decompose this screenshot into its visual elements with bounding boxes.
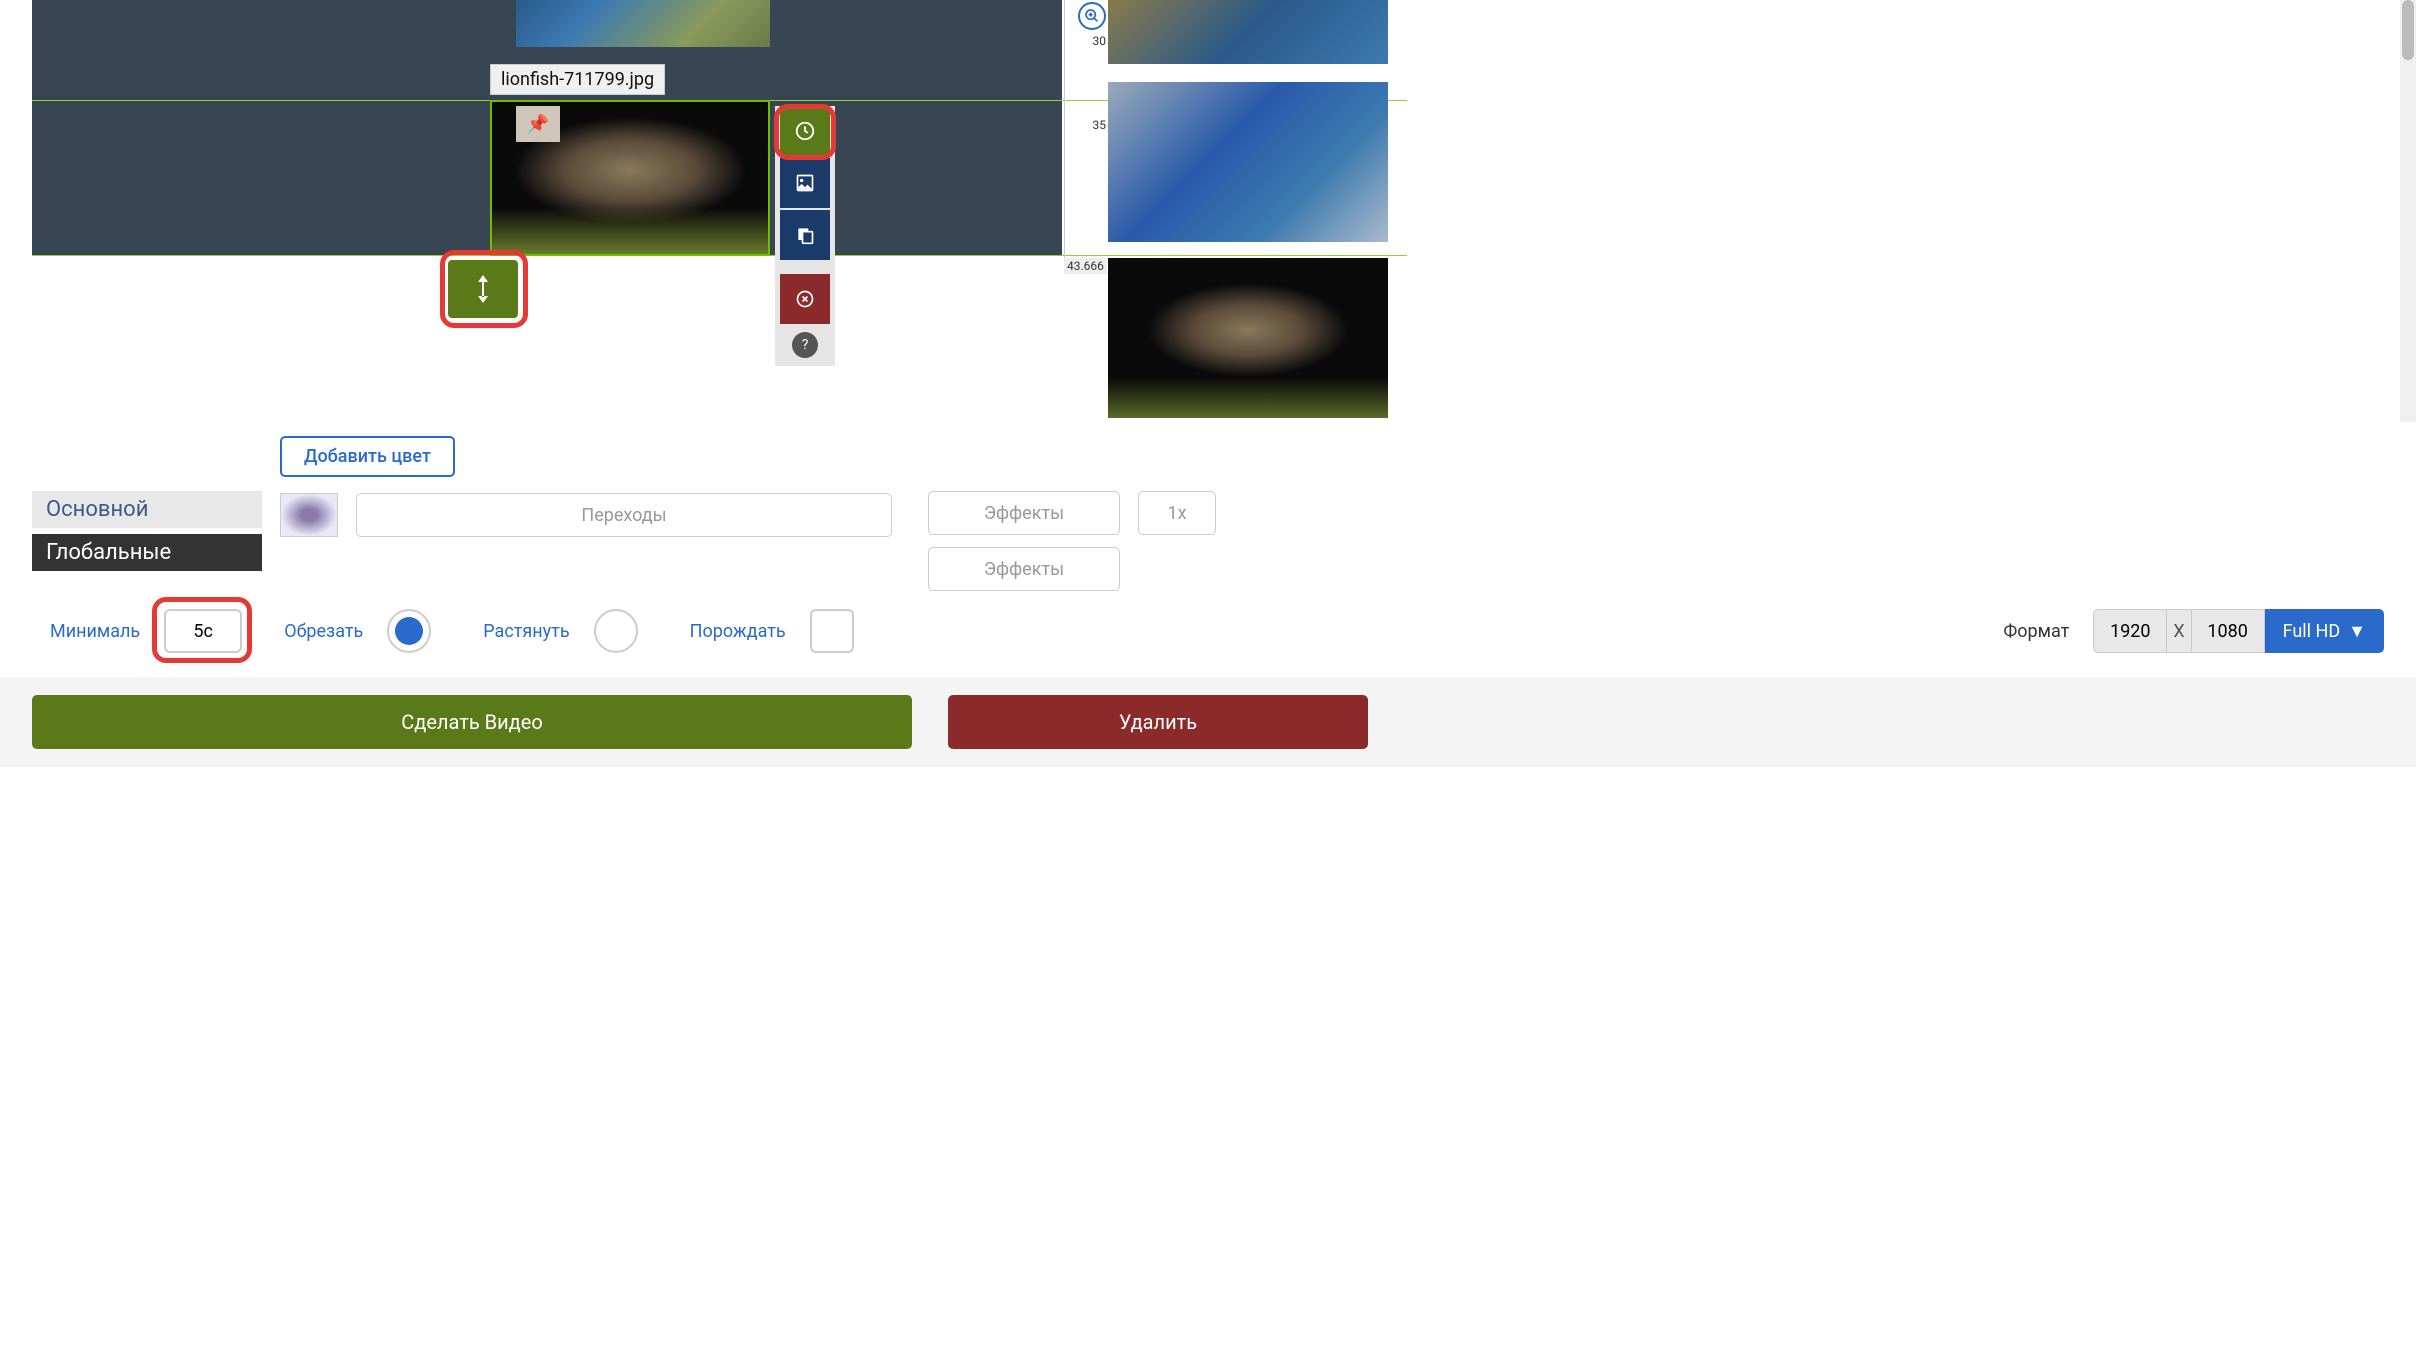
scope-labels: Основной Глобальные <box>32 491 262 571</box>
caret-down-icon: ▼ <box>2348 621 2366 642</box>
make-video-button[interactable]: Сделать Видео <box>32 695 912 749</box>
pin-button[interactable]: 📌 <box>516 106 560 142</box>
pattern-swatch[interactable] <box>280 493 338 537</box>
clip-filename-tooltip: lionfish-711799.jpg <box>490 64 665 95</box>
footer-actions: Сделать Видео Удалить <box>0 677 2416 767</box>
arrows-vertical-icon <box>474 275 492 303</box>
effects-global-select[interactable]: Эффекты <box>928 547 1120 591</box>
pin-icon: 📌 <box>527 114 549 135</box>
radio-dot-icon <box>395 617 423 645</box>
timestamp-label: 43.666 <box>1064 258 1107 274</box>
ruler-tick: 30 <box>1093 34 1107 48</box>
spawn-checkbox[interactable] <box>810 609 854 653</box>
crop-radio[interactable] <box>387 609 431 653</box>
effects-select[interactable]: Эффекты <box>928 491 1120 535</box>
question-icon: ? <box>802 337 809 353</box>
settings-row-1: Основной Глобальные Переходы Эффекты 1x … <box>32 491 2384 591</box>
controls-panel: Добавить цвет Основной Глобальные Перехо… <box>0 422 2416 659</box>
scope-main[interactable]: Основной <box>32 491 262 528</box>
side-thumbnail[interactable] <box>1108 82 1388 242</box>
min-duration-input[interactable] <box>164 609 242 653</box>
settings-row-2: Минималь Обрезать Растянуть Порождать Фо… <box>32 609 2384 653</box>
side-thumbnail[interactable] <box>1108 0 1388 64</box>
speed-select[interactable]: 1x <box>1138 491 1216 535</box>
spawn-label: Порождать <box>690 621 786 642</box>
stretch-label: Растянуть <box>483 621 569 642</box>
stretch-radio[interactable] <box>594 609 638 653</box>
dimension-separator: X <box>2167 609 2190 653</box>
scrollbar[interactable] <box>2400 0 2416 422</box>
time-button[interactable] <box>780 106 830 156</box>
editor-canvas: lionfish-711799.jpg 📌 ? 30 35 43.6 <box>0 0 2416 422</box>
image-icon <box>795 173 815 193</box>
clip-toolbar: ? <box>775 106 835 366</box>
image-button[interactable] <box>780 158 830 208</box>
side-thumbnail[interactable] <box>1108 258 1388 418</box>
help-button[interactable]: ? <box>792 332 818 358</box>
delete-button[interactable]: Удалить <box>948 695 1368 749</box>
copy-button[interactable] <box>780 210 830 260</box>
preset-label: Full HD <box>2283 621 2341 642</box>
crop-label: Обрезать <box>284 621 363 642</box>
min-duration-label: Минималь <box>50 621 140 642</box>
ruler-tick: 35 <box>1093 118 1107 132</box>
scope-global[interactable]: Глобальные <box>32 534 262 571</box>
copy-icon <box>795 225 815 245</box>
remove-button[interactable] <box>780 274 830 324</box>
width-input[interactable] <box>2093 609 2167 653</box>
transitions-select[interactable]: Переходы <box>356 493 892 537</box>
close-circle-icon <box>795 289 815 309</box>
add-color-button[interactable]: Добавить цвет <box>280 436 455 477</box>
clock-icon <box>794 120 816 142</box>
prev-clip-thumbnail[interactable] <box>516 0 770 47</box>
timeline-ruler: 30 35 <box>1064 0 1108 270</box>
move-vertical-button[interactable] <box>448 260 518 318</box>
scrollbar-thumb[interactable] <box>2402 0 2414 60</box>
format-label: Формат <box>2003 621 2069 642</box>
height-input[interactable] <box>2191 609 2265 653</box>
resolution-preset-dropdown[interactable]: Full HD ▼ <box>2265 609 2384 653</box>
